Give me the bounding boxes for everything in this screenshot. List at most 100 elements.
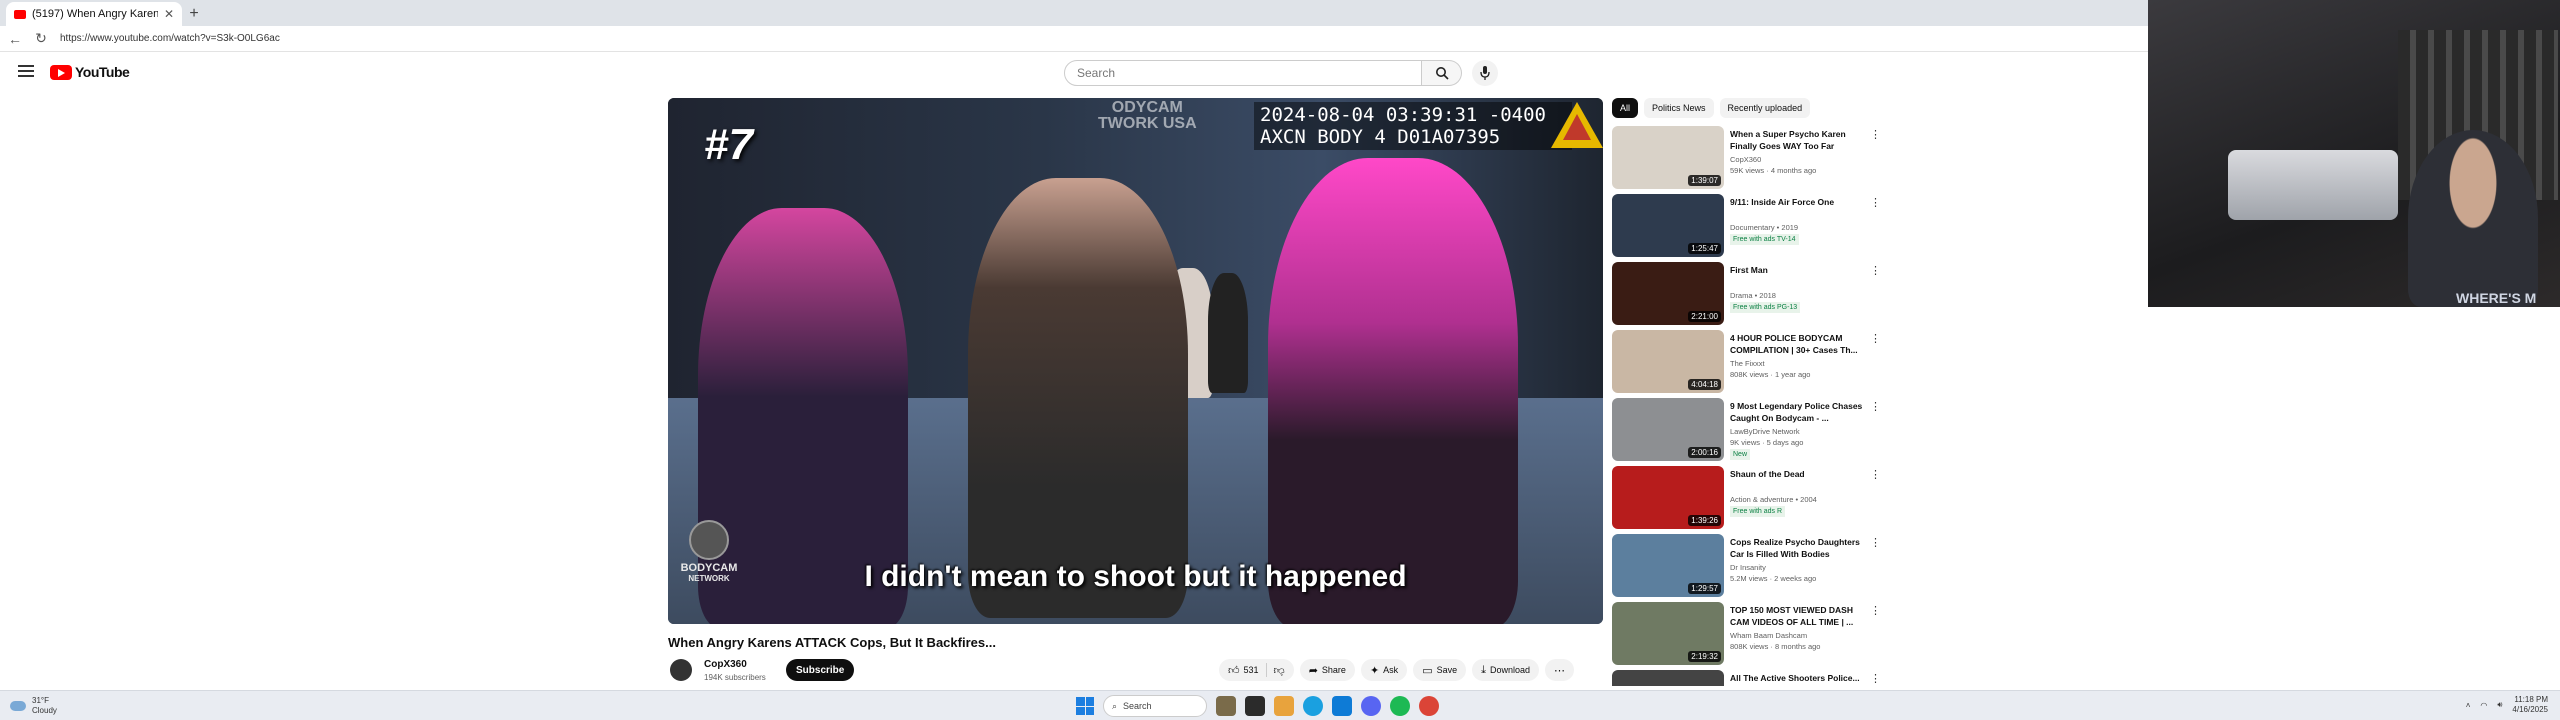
download-icon: ⤓	[1481, 663, 1486, 676]
video-thumbnail[interactable]: 1:39:07	[1612, 126, 1724, 189]
rec-meta: Documentary • 2019 Free with ads TV-14	[1730, 222, 1870, 245]
more-vertical-icon[interactable]: ⋮	[1870, 400, 1881, 413]
spotify-icon[interactable]	[1390, 696, 1410, 716]
recommendation-item[interactable]: 1:39:26 Shaun of the Dead Action & adven…	[1612, 466, 1882, 534]
rec-title[interactable]: 9 Most Legendary Police Chases Caught On…	[1730, 400, 1870, 424]
weather-widget[interactable]: 31°F Cloudy	[10, 696, 57, 716]
rec-channel: Documentary • 2019	[1730, 223, 1799, 232]
microphone-icon	[1480, 66, 1490, 80]
video-figure	[968, 178, 1188, 618]
tray-chevron-icon[interactable]: ˄	[2466, 701, 2471, 710]
close-tab-icon[interactable]: ✕	[164, 7, 174, 21]
video-duration: 2:00:16	[1688, 447, 1721, 458]
rec-meta: Action & adventure • 2004 Free with ads …	[1730, 494, 1870, 517]
recommendation-item[interactable]: 2:00:16 9 Most Legendary Police Chases C…	[1612, 398, 1882, 466]
channel-avatar[interactable]	[670, 659, 692, 681]
more-vertical-icon[interactable]: ⋮	[1870, 604, 1881, 617]
video-thumbnail[interactable]: 1:29:57	[1612, 534, 1724, 597]
menu-icon[interactable]	[18, 65, 34, 80]
video-thumbnail[interactable]: 1:39:26	[1612, 466, 1724, 529]
video-thumbnail[interactable]: 2:21:00	[1612, 262, 1724, 325]
chip-recently-uploaded[interactable]: Recently uploaded	[1719, 98, 1811, 118]
video-watermark: ODYCAM TWORK USA	[1098, 100, 1197, 132]
browser-tab[interactable]: (5197) When Angry Karens A ✕	[6, 2, 182, 26]
rec-meta: Wham Baam Dashcam 808K views · 8 months …	[1730, 630, 1870, 652]
discord-icon[interactable]	[1361, 696, 1381, 716]
bookmark-icon: ▭	[1422, 664, 1433, 677]
thumbs-down-icon[interactable]: 👎︎	[1274, 664, 1285, 677]
taskbar: 31°F Cloudy ⌕ Search ˄ ◠ 🔊︎ 11:18 PM 4/1…	[0, 690, 2560, 720]
watermark-line: ODYCAM	[1111, 99, 1183, 116]
chrome-icon[interactable]	[1419, 696, 1439, 716]
video-thumbnail[interactable]: 1:25:47	[1612, 194, 1724, 257]
search-input[interactable]: Search	[1064, 60, 1422, 86]
file-explorer-icon[interactable]	[1274, 696, 1294, 716]
recommendation-item[interactable]: 1:25:47 9/11: Inside Air Force One Docum…	[1612, 194, 1882, 262]
more-vertical-icon[interactable]: ⋮	[1870, 332, 1881, 345]
recommendation-item[interactable]: All The Active Shooters Police... ⋮	[1612, 670, 1882, 686]
recommendation-item[interactable]: 1:29:57 Cops Realize Psycho Daughters Ca…	[1612, 534, 1882, 602]
voice-search-button[interactable]	[1472, 60, 1498, 86]
rec-title[interactable]: First Man	[1730, 264, 1870, 276]
video-thumbnail[interactable]: 2:19:32	[1612, 602, 1724, 665]
rec-title[interactable]: When a Super Psycho Karen Finally Goes W…	[1730, 128, 1870, 152]
video-caption: I didn't mean to shoot but it happened	[864, 560, 1407, 593]
streamer-figure	[2408, 130, 2538, 307]
ask-button[interactable]: ✦ Ask	[1360, 659, 1408, 681]
recommendation-item[interactable]: 2:19:32 TOP 150 MOST VIEWED DASH CAM VID…	[1612, 602, 1882, 670]
video-thumbnail[interactable]: 4:04:18	[1612, 330, 1724, 393]
video-figure	[1268, 158, 1518, 624]
chip-politics-news[interactable]: Politics News	[1644, 98, 1714, 118]
youtube-logo[interactable]: YouTube	[50, 64, 130, 80]
video-thumbnail[interactable]	[1612, 670, 1724, 686]
more-vertical-icon[interactable]: ⋮	[1870, 128, 1881, 141]
video-player[interactable]: ODYCAM TWORK USA 2024-08-04 03:39:31 -04…	[668, 98, 1603, 624]
more-vertical-icon[interactable]: ⋮	[1870, 536, 1881, 549]
new-tab-button[interactable]: +	[182, 2, 206, 26]
rec-title[interactable]: Cops Realize Psycho Daughters Car Is Fil…	[1730, 536, 1870, 560]
taskbar-app-icon[interactable]	[1216, 696, 1236, 716]
url-field[interactable]: https://www.youtube.com/watch?v=S3k-O0LG…	[60, 33, 280, 44]
more-vertical-icon[interactable]: ⋮	[1870, 468, 1881, 481]
more-actions-button[interactable]: ⋯	[1545, 659, 1575, 681]
rec-meta: Drama • 2018 Free with ads PG-13	[1730, 290, 1870, 313]
recommendation-item[interactable]: 4:04:18 4 HOUR POLICE BODYCAM COMPILATIO…	[1612, 330, 1882, 398]
channel-name[interactable]: CopX360	[704, 659, 747, 670]
youtube-play-icon	[50, 64, 72, 80]
rec-title[interactable]: TOP 150 MOST VIEWED DASH CAM VIDEOS OF A…	[1730, 604, 1870, 628]
reload-icon[interactable]: ↻	[34, 30, 48, 47]
youtube-logo-text: YouTube	[75, 64, 130, 80]
rec-title[interactable]: All The Active Shooters Police...	[1730, 672, 1870, 684]
like-button[interactable]: 👍︎ 531 👎︎	[1219, 659, 1294, 681]
taskbar-search[interactable]: ⌕ Search	[1103, 695, 1207, 717]
recommendation-item[interactable]: 1:39:07 When a Super Psycho Karen Finall…	[1612, 126, 1882, 194]
wifi-icon[interactable]: ◠	[2480, 701, 2487, 710]
rec-channel: Drama • 2018	[1730, 291, 1776, 300]
rec-title[interactable]: 4 HOUR POLICE BODYCAM COMPILATION | 30+ …	[1730, 332, 1870, 356]
recommendation-item[interactable]: 2:21:00 First Man Drama • 2018 Free with…	[1612, 262, 1882, 330]
task-view-icon[interactable]	[1245, 696, 1265, 716]
download-button[interactable]: ⤓ Download	[1472, 659, 1540, 681]
windows-start-icon[interactable]	[1076, 697, 1094, 715]
chip-all[interactable]: All	[1612, 98, 1639, 118]
more-vertical-icon[interactable]: ⋮	[1870, 672, 1881, 685]
weather-condition: Cloudy	[32, 706, 57, 715]
more-vertical-icon[interactable]: ⋮	[1870, 196, 1881, 209]
recommendations-list: 1:39:07 When a Super Psycho Karen Finall…	[1612, 126, 1882, 686]
volume-icon[interactable]: 🔊︎	[2497, 700, 2502, 710]
save-button[interactable]: ▭ Save	[1413, 659, 1467, 681]
tab-title: (5197) When Angry Karens A	[32, 8, 158, 20]
rec-title[interactable]: Shaun of the Dead	[1730, 468, 1870, 480]
search-button[interactable]	[1422, 60, 1462, 86]
store-icon[interactable]	[1332, 696, 1352, 716]
video-figure	[1208, 273, 1248, 393]
share-button[interactable]: ➦ Share	[1299, 659, 1355, 681]
rec-title[interactable]: 9/11: Inside Air Force One	[1730, 196, 1870, 208]
edge-browser-icon[interactable]	[1303, 696, 1323, 716]
back-icon[interactable]: ←	[8, 31, 22, 47]
subscribe-button[interactable]: Subscribe	[786, 659, 855, 681]
ranking-badge: #7	[704, 120, 753, 169]
more-vertical-icon[interactable]: ⋮	[1870, 264, 1881, 277]
video-thumbnail[interactable]: 2:00:16	[1612, 398, 1724, 461]
clock[interactable]: 11:18 PM 4/16/2025	[2512, 695, 2548, 715]
